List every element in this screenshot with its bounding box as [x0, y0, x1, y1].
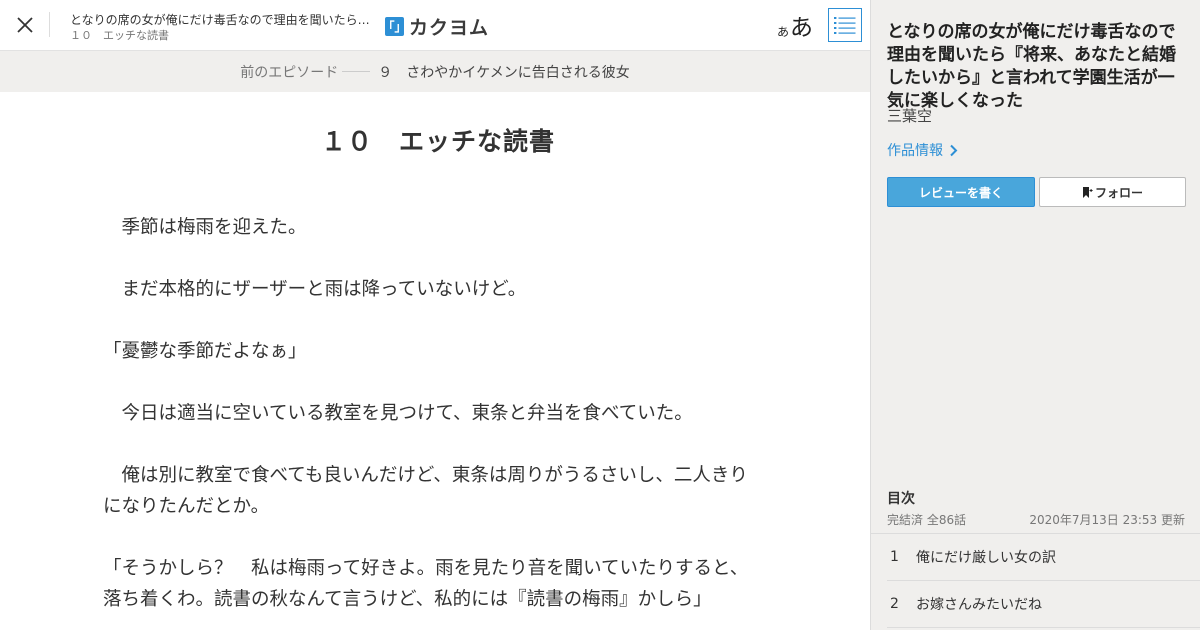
top-bar: となりの席の女が俺にだけ毒舌なので理由を聞いたら… １０ エッチな読書 「」 カ…	[0, 0, 870, 51]
toc-heading: 目次	[887, 491, 915, 507]
chevron-right-icon	[950, 144, 958, 156]
toc-item-number: 2	[890, 596, 899, 612]
toc-list: 1 俺にだけ厳しい女の訳 2 お嫁さんみたいだね	[871, 533, 1200, 628]
toc-item-title: 俺にだけ厳しい女の訳	[916, 550, 1056, 566]
body-paragraph: 「憂鬱な季節だよなぁ」	[103, 341, 307, 362]
prev-episode-label: 前のエピソード	[240, 64, 339, 81]
follow-button[interactable]: フォロー	[1039, 177, 1186, 207]
bookmark-plus-icon	[1082, 186, 1093, 198]
work-info-label: 作品情報	[887, 143, 943, 159]
episode-body: 季節は梅雨を迎えた。 まだ本格的にザーザーと雨は降っていないけど。 「憂鬱な季節…	[103, 212, 763, 630]
brand-name: カクヨム	[409, 17, 490, 39]
body-paragraph: 「そうかしら？ 私は梅雨って好きよ。雨を見たり音を聞いていたりすると、落ち着くわ…	[103, 558, 749, 610]
author-name[interactable]: 三葉空	[887, 105, 932, 126]
close-button[interactable]	[10, 10, 40, 40]
kakuyomu-logo-icon: 「」	[383, 17, 407, 36]
write-review-button[interactable]: レビューを書く	[887, 177, 1035, 207]
list-icon	[834, 17, 856, 34]
font-size-small-glyph: あ	[777, 25, 790, 39]
work-info-link[interactable]: 作品情報	[887, 140, 958, 160]
prev-episode-separator	[342, 71, 371, 72]
work-title-link[interactable]: となりの席の女が俺にだけ毒舌なので理由を聞いたら…	[70, 11, 375, 28]
header-divider	[49, 12, 50, 37]
episode-title: １０ エッチな読書	[320, 127, 555, 156]
toc-item[interactable]: 2 お嫁さんみたいだね	[887, 581, 1200, 628]
follow-label: フォロー	[1094, 185, 1143, 200]
toc-item-title: お嫁さんみたいだね	[916, 597, 1042, 613]
font-size-large-glyph: あ	[790, 15, 814, 41]
body-paragraph: まだ本格的にザーザーと雨は降っていないけど。	[103, 279, 527, 300]
current-episode-label: １０ エッチな読書	[70, 29, 169, 42]
body-paragraph: 俺は別に教室で食べても良いんだけど、東条は周りがうるさいし、二人きりになりたんだ…	[103, 465, 748, 517]
prev-episode-title: ９ さわやかイケメンに告白される彼女	[378, 64, 630, 81]
toc-item-number: 1	[890, 549, 899, 565]
toc-updated: 2020年7月13日 23:53 更新	[1029, 513, 1185, 527]
toc-status: 完結済 全86話	[887, 513, 967, 527]
prev-episode-link[interactable]: 前のエピソード ９ さわやかイケメンに告白される彼女	[0, 51, 870, 92]
body-paragraph: 季節は梅雨を迎えた。	[103, 217, 307, 238]
toc-toggle-button[interactable]	[828, 8, 862, 42]
toc-item[interactable]: 1 俺にだけ厳しい女の訳	[887, 534, 1200, 581]
close-icon	[17, 17, 33, 33]
brand-logo[interactable]: 「」 カクヨム	[383, 13, 490, 40]
reader-pane: となりの席の女が俺にだけ毒舌なので理由を聞いたら… １０ エッチな読書 「」 カ…	[0, 0, 870, 630]
work-title[interactable]: となりの席の女が俺にだけ毒舌なので理由を聞いたら『将来、あなたと結婚したいから』…	[887, 21, 1187, 113]
work-sidebar: となりの席の女が俺にだけ毒舌なので理由を聞いたら『将来、あなたと結婚したいから』…	[870, 0, 1200, 630]
font-size-button[interactable]: あ あ	[777, 8, 813, 40]
body-paragraph: 今日は適当に空いている教室を見つけて、東条と弁当を食べていた。	[103, 403, 693, 424]
